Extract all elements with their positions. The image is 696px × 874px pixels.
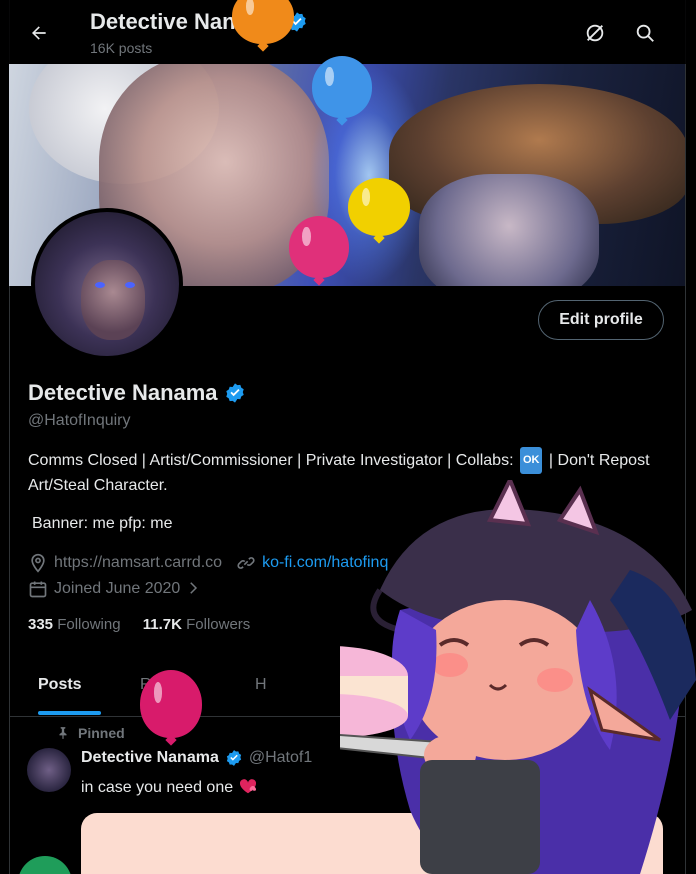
- balloon-blue: [312, 56, 372, 118]
- post-author-avatar[interactable]: [27, 748, 71, 792]
- verified-badge-icon: [226, 750, 241, 766]
- header-post-count: 16K posts: [90, 40, 153, 56]
- profile-location-text: https://namsart.carrd.co: [54, 554, 223, 571]
- location-icon: [28, 553, 48, 573]
- balloon-magenta: [140, 670, 202, 738]
- edit-profile-button[interactable]: Edit profile: [538, 300, 664, 340]
- profile-stats: 335 Following 11.7K Followers: [28, 616, 250, 633]
- back-button[interactable]: [22, 16, 56, 50]
- post-text-body: in case you need one: [81, 779, 234, 796]
- pinned-label: Pinned: [78, 725, 125, 741]
- banner-art-character-right: [419, 174, 599, 286]
- following-link[interactable]: 335 Following: [28, 616, 121, 633]
- profile-handle: @HatofInquiry: [28, 412, 131, 429]
- grok-button[interactable]: [580, 18, 610, 48]
- active-tab-indicator: [38, 711, 101, 715]
- profile-header-bar: Detective Nanama 16K posts: [0, 0, 696, 64]
- pinned-indicator: Pinned: [56, 725, 125, 741]
- post-author[interactable]: Detective Nanama @Hatof1: [81, 749, 312, 767]
- post-author-name: Detective Nanama: [81, 749, 219, 766]
- bio-text-part1: Comms Closed | Artist/Commissioner | Pri…: [28, 452, 514, 469]
- birthday-sticker-image: [340, 480, 696, 874]
- balloon-yellow: [348, 178, 410, 236]
- profile-page: Detective Nanama 16K posts Edit profile …: [0, 0, 696, 874]
- followers-link[interactable]: 11.7K Followers: [143, 616, 251, 633]
- tab-posts[interactable]: Posts: [38, 676, 82, 694]
- link-icon: [236, 553, 256, 573]
- search-icon: [636, 24, 654, 42]
- heart-icon: [239, 779, 256, 794]
- profile-bio-line2: Banner: me pfp: me: [32, 515, 173, 532]
- post-author-handle: @Hatof1: [248, 749, 313, 766]
- profile-joined-row[interactable]: Joined June 2020: [28, 579, 210, 599]
- profile-avatar[interactable]: [31, 208, 183, 360]
- followers-count: 11.7K: [142, 616, 182, 633]
- ok-emoji-icon: OK: [519, 447, 543, 474]
- avatar-eye-left: [95, 282, 105, 288]
- pin-icon: [59, 727, 67, 739]
- following-label: Following: [57, 616, 121, 633]
- verified-badge-icon[interactable]: [224, 382, 246, 404]
- profile-name-text: Detective Nanama: [28, 380, 218, 405]
- back-arrow-icon: [32, 26, 46, 40]
- followers-label: Followers: [186, 616, 251, 633]
- balloon-pink: [289, 216, 349, 278]
- avatar-face: [81, 260, 145, 340]
- avatar-eye-right: [125, 282, 135, 288]
- compose-fab[interactable]: [18, 856, 72, 874]
- profile-joined-text: Joined June 2020: [54, 580, 181, 597]
- calendar-icon: [28, 579, 48, 599]
- profile-links-row: https://namsart.carrd.co ko-fi.com/hatof…: [28, 553, 388, 573]
- following-count: 335: [28, 616, 54, 633]
- search-button[interactable]: [630, 18, 660, 48]
- profile-name: Detective Nanama: [28, 380, 246, 406]
- grok-icon: [586, 24, 604, 42]
- post-text: in case you need one: [81, 778, 258, 797]
- chevron-right-icon: [184, 579, 204, 599]
- tab-highlights[interactable]: H: [255, 676, 267, 694]
